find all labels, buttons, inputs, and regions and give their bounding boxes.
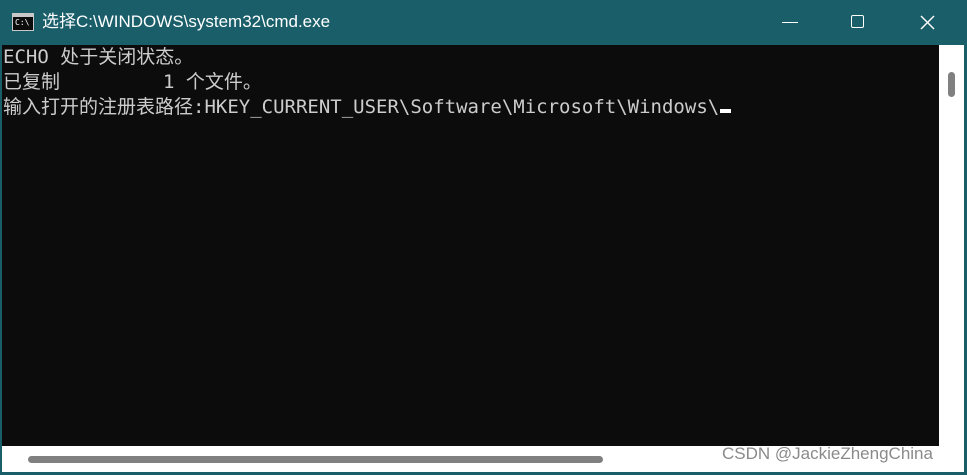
console-prompt-line[interactable]: 输入打开的注册表路径:HKEY_CURRENT_USER\Software\Mi… (3, 95, 732, 119)
console-line: 已复制 1 个文件。 (3, 71, 262, 93)
horizontal-scroll-thumb[interactable] (28, 456, 603, 463)
vertical-scrollbar[interactable] (939, 45, 964, 446)
maximize-button[interactable] (828, 0, 890, 45)
console-prompt-text: 输入打开的注册表路径:HKEY_CURRENT_USER\Software\Mi… (3, 96, 720, 118)
title-bar[interactable]: C:\ 选择C:\WINDOWS\system32\cmd.exe (0, 0, 967, 45)
text-cursor (720, 109, 732, 113)
maximize-icon (851, 15, 864, 28)
vertical-scroll-thumb[interactable] (948, 72, 955, 97)
scrollbar-corner (939, 446, 964, 472)
close-icon (920, 15, 935, 30)
minimize-icon (782, 22, 798, 23)
minimize-button[interactable] (760, 0, 822, 45)
cmd-icon[interactable]: C:\ (12, 13, 34, 31)
console-line: ECHO 处于关闭状态。 (3, 46, 194, 68)
console-output[interactable]: ECHO 处于关闭状态。 已复制 1 个文件。 输入打开的注册表路径:HKEY_… (2, 45, 939, 446)
cmd-icon-text: C:\ (15, 18, 30, 27)
cmd-window: C:\ 选择C:\WINDOWS\system32\cmd.exe ECHO 处… (0, 0, 967, 475)
watermark: CSDN @JackieZhengChina (722, 444, 933, 463)
window-title: 选择C:\WINDOWS\system32\cmd.exe (42, 12, 331, 31)
close-button[interactable] (896, 0, 958, 45)
